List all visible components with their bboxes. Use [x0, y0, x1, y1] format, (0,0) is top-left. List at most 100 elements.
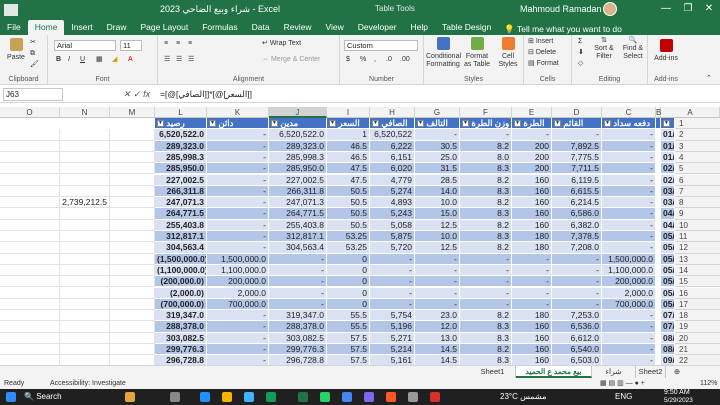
cell-damaged[interactable]: -	[415, 287, 460, 299]
accounting-format-icon[interactable]: $	[346, 56, 350, 64]
sheet-tab-sheet2[interactable]: Sheet2	[636, 366, 666, 378]
cell-tray-weight[interactable]: 8.3	[460, 332, 512, 344]
windows-start-icon[interactable]	[6, 392, 16, 402]
cell-price[interactable]: 46.5	[327, 151, 370, 164]
cell-gross[interactable]: -	[552, 287, 602, 299]
header-date-filter[interactable]: ▼	[661, 118, 675, 130]
cell-gross[interactable]: 7,378.5	[552, 231, 602, 243]
delete-cells-button[interactable]: ⊟ Delete	[528, 49, 556, 57]
cell-balance[interactable]: (200,000.0)	[155, 276, 207, 288]
store-icon[interactable]	[244, 392, 254, 402]
header-tray-weight[interactable]: ▼ وزن الطرة	[460, 118, 512, 130]
cell-payment[interactable]: -	[602, 344, 656, 356]
cell-net[interactable]: 5,214	[370, 344, 415, 356]
cell-date[interactable]: 03/01/2023	[661, 185, 675, 198]
cell-date[interactable]: 08/01/2023	[661, 332, 675, 344]
cell-debit[interactable]: 319,347.0	[269, 310, 327, 322]
edge-icon[interactable]	[200, 392, 210, 402]
cell-gross[interactable]: -	[552, 253, 602, 265]
cell-note-total[interactable]: 2,739,212.5	[60, 197, 110, 208]
cell-tray-weight[interactable]: -	[460, 298, 512, 311]
cell-empty[interactable]	[60, 151, 110, 164]
formula-input[interactable]: =[@[الصافي]]*[@[السعر]]	[160, 89, 252, 100]
cell-balance[interactable]: 289,323.0	[155, 140, 207, 152]
cell-balance[interactable]: 247,071.3	[155, 197, 207, 209]
cell-price[interactable]: 57.5	[327, 344, 370, 356]
cell-date[interactable]: 05/01/2023	[661, 264, 675, 277]
borders-icon[interactable]: ▦	[96, 56, 103, 64]
cell-price[interactable]: 46.5	[327, 140, 370, 152]
cell-debit[interactable]: 299,776.3	[269, 344, 327, 356]
filter-dropdown-icon[interactable]: ▼	[604, 120, 611, 128]
cell-empty[interactable]	[0, 287, 60, 299]
cell-tray-weight[interactable]: 8.0	[460, 151, 512, 164]
row-header[interactable]: 17	[675, 298, 720, 311]
avatar[interactable]	[603, 2, 617, 16]
cell-credit[interactable]: -	[207, 208, 269, 220]
comma-style-icon[interactable]: ,	[374, 56, 376, 64]
cell-net[interactable]: 5,274	[370, 185, 415, 198]
cell-credit[interactable]: 1,100,000.0	[207, 264, 269, 277]
add-sheet-icon[interactable]: ⊕	[670, 366, 684, 378]
input-language[interactable]: ENG	[615, 392, 632, 401]
header-balance[interactable]: ▼ رصيد	[155, 118, 207, 130]
row-header[interactable]: 14	[675, 264, 720, 277]
cell-payment[interactable]: -	[602, 197, 656, 209]
cell-net[interactable]: -	[370, 276, 415, 288]
cell-empty[interactable]	[110, 185, 155, 198]
row-header[interactable]: 1	[675, 118, 720, 130]
cell-tray[interactable]: -	[512, 287, 552, 299]
header-debit[interactable]: ▼ مدين	[269, 118, 327, 130]
cell-empty[interactable]	[0, 242, 60, 254]
cell-empty[interactable]	[60, 310, 110, 322]
cell-tray-weight[interactable]: 8.2	[460, 344, 512, 356]
cell-net[interactable]: 5,058	[370, 219, 415, 231]
row-header[interactable]: 11	[675, 231, 720, 243]
cell-tray[interactable]: -	[512, 253, 552, 265]
cell-debit[interactable]: 289,323.0	[269, 140, 327, 152]
cell-date[interactable]: 02/01/2023	[661, 163, 675, 175]
cell-payment[interactable]: -	[602, 140, 656, 152]
fill-icon[interactable]: ⬇	[578, 49, 584, 57]
row-header[interactable]: 12	[675, 242, 720, 254]
column-header[interactable]: G	[415, 107, 460, 118]
cell-date[interactable]: 01/01/2023	[661, 151, 675, 164]
column-header[interactable]: N	[60, 107, 110, 118]
cell-tray-weight[interactable]: -	[460, 287, 512, 299]
cell-empty[interactable]	[110, 140, 155, 152]
cell-debit[interactable]: -	[269, 287, 327, 299]
cell-empty[interactable]	[110, 344, 155, 356]
sheet-tab-sheet1[interactable]: Sheet1	[470, 366, 516, 378]
row-header[interactable]: 13	[675, 253, 720, 265]
filter-dropdown-icon[interactable]: ▼	[271, 120, 278, 128]
minimize-button[interactable]: —	[658, 2, 674, 16]
cell-credit[interactable]: -	[207, 129, 269, 141]
cell-gross[interactable]: 7,208.0	[552, 242, 602, 254]
cell-tray[interactable]: 160	[512, 332, 552, 344]
collapse-ribbon-icon[interactable]: ⌃	[706, 75, 712, 83]
filter-dropdown-icon[interactable]: ▼	[329, 120, 336, 128]
cell-empty[interactable]	[60, 321, 110, 333]
column-header[interactable]: L	[155, 107, 207, 118]
cell-empty[interactable]	[110, 231, 155, 243]
row-header[interactable]: 15	[675, 276, 720, 288]
cell-styles-button[interactable]: Cell Styles	[494, 37, 522, 69]
cell-credit[interactable]: -	[207, 197, 269, 209]
cell-credit[interactable]: 1,500,000.0	[207, 253, 269, 265]
cell-net[interactable]: 5,243	[370, 208, 415, 220]
font-size-select[interactable]: 11	[120, 40, 142, 51]
cell-tray-weight[interactable]: 8.2	[460, 310, 512, 322]
cell-balance[interactable]: 285,998.3	[155, 151, 207, 164]
column-header[interactable]: F	[460, 107, 512, 118]
cell-gross[interactable]: 7,775.5	[552, 151, 602, 164]
cell-tray[interactable]: 160	[512, 174, 552, 186]
cell-empty[interactable]	[110, 310, 155, 322]
cell-net[interactable]: -	[370, 264, 415, 277]
sort-filter-button[interactable]: ⇅ Sort & Filter	[590, 37, 618, 61]
cell-empty[interactable]	[0, 129, 60, 141]
cell-net[interactable]: 6,222	[370, 140, 415, 152]
tell-me-box[interactable]: 💡 Tell me what you want to do	[504, 24, 622, 35]
cell-gross[interactable]: 6,119.5	[552, 174, 602, 186]
cell-gross[interactable]: 7,253.0	[552, 310, 602, 322]
cell-empty[interactable]	[110, 321, 155, 333]
